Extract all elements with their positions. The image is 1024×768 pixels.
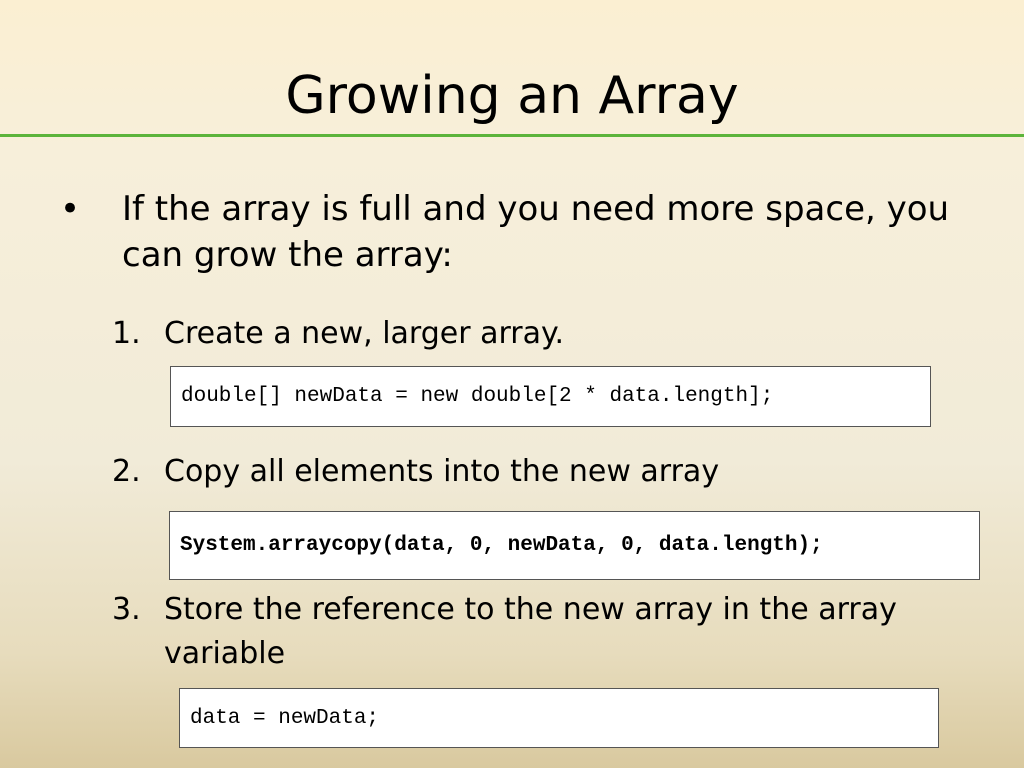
bullet-marker: •: [60, 189, 81, 229]
code-line-3: data = newData;: [190, 706, 380, 730]
code-line-1: double[] newData = new double[2 * data.l…: [181, 385, 774, 408]
step-text-2: Copy all elements into the new array: [164, 454, 720, 489]
code-box-2: System.arraycopy(data, 0, newData, 0, da…: [169, 511, 980, 580]
step-text-3: Store the reference to the new array in …: [164, 592, 897, 671]
code-box-1: double[] newData = new double[2 * data.l…: [170, 366, 931, 427]
bullet-text: If the array is full and you need more s…: [122, 189, 950, 275]
code-box-3: data = newData;: [179, 688, 939, 748]
step-text-1: Create a new, larger array.: [164, 316, 565, 351]
slide-title: Growing an Array: [285, 66, 739, 126]
step-number-1: 1.: [112, 316, 141, 351]
step-number-2: 2.: [112, 454, 141, 489]
code-line-2: System.arraycopy(data, 0, newData, 0, da…: [180, 534, 823, 557]
step-number-3: 3.: [112, 592, 141, 627]
title-divider: [0, 134, 1024, 137]
